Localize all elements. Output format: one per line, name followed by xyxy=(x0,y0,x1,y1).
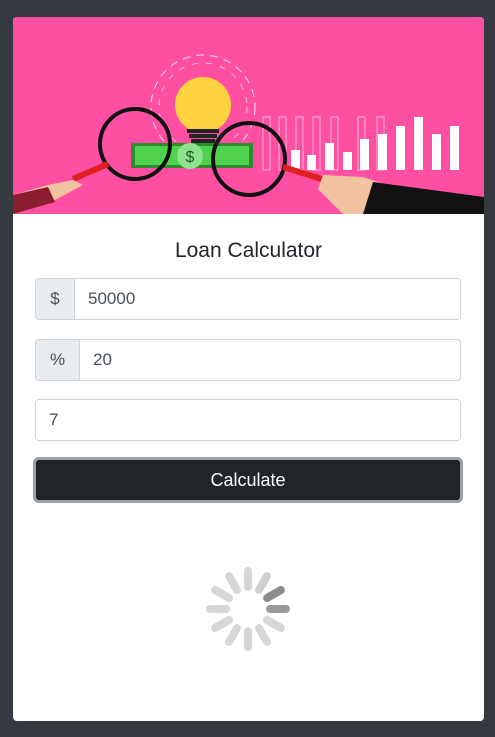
years-input-group xyxy=(35,399,461,441)
page-title: Loan Calculator xyxy=(174,239,323,262)
svg-text:$: $ xyxy=(186,149,195,166)
percent-prefix: % xyxy=(36,340,80,380)
banner-illustration: $ xyxy=(13,17,484,214)
amount-input-group: $ xyxy=(35,278,461,320)
loan-amount-input[interactable] xyxy=(75,279,460,319)
loading-spinner-icon xyxy=(206,567,290,651)
interest-rate-input[interactable] xyxy=(80,340,460,380)
dollar-prefix: $ xyxy=(36,279,75,319)
loan-calculator-card: $ Loan Calculator $ % Calculate xyxy=(13,17,484,721)
years-input[interactable] xyxy=(36,400,460,440)
calculate-button[interactable]: Calculate xyxy=(33,457,463,503)
interest-input-group: % xyxy=(35,339,461,381)
